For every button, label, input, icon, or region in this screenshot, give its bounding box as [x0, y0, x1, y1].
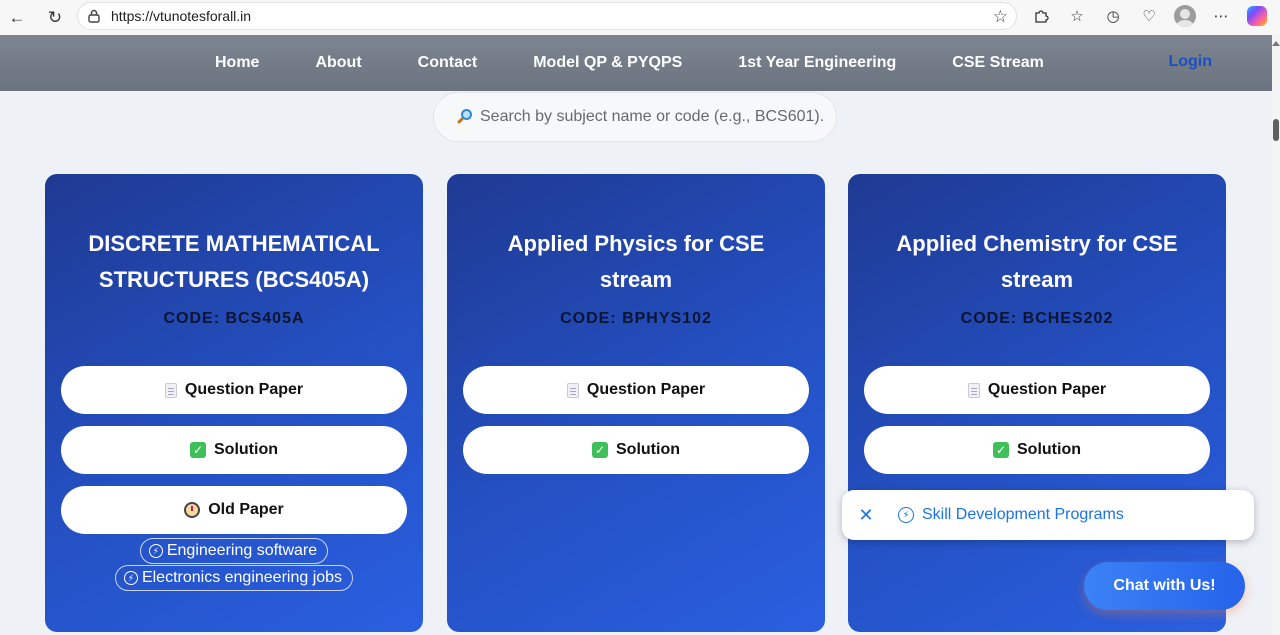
magnifier-icon — [456, 108, 474, 126]
solution-button[interactable]: ✓ Solution — [61, 426, 407, 474]
health-icon[interactable]: ♡ — [1136, 3, 1162, 29]
check-icon: ✓ — [993, 442, 1009, 458]
bolt-icon: ⚡ — [123, 571, 138, 585]
close-icon[interactable]: ✕ — [858, 505, 874, 525]
document-icon — [967, 382, 980, 398]
site-info-icon[interactable] — [87, 9, 101, 23]
clock-icon — [184, 502, 201, 518]
ad-link-engineering-software[interactable]: ⚡ Engineering software — [139, 538, 329, 564]
subject-search-input[interactable]: Search by subject name or code (e.g., BC… — [433, 92, 837, 142]
nav-first-year[interactable]: 1st Year Engineering — [738, 54, 896, 72]
button-label: Old Paper — [208, 501, 284, 518]
button-label: Question Paper — [987, 381, 1107, 398]
subject-code: CODE: BPHYS102 — [560, 310, 712, 327]
button-label: Question Paper — [184, 381, 304, 398]
question-paper-button[interactable]: Question Paper — [463, 366, 809, 414]
history-icon[interactable]: ◷ — [1100, 3, 1126, 29]
back-arrow-icon[interactable]: ← — [4, 5, 30, 31]
nav-about[interactable]: About — [315, 54, 361, 72]
chat-button[interactable]: Chat with Us! — [1084, 562, 1245, 610]
bolt-icon: ⚡ — [148, 544, 163, 558]
site-navbar: Home About Contact Model QP & PYQPS 1st … — [0, 35, 1272, 91]
reload-icon[interactable]: ↻ — [42, 5, 68, 31]
subject-title: Applied Chemistry for CSE stream — [896, 231, 1178, 292]
button-label: Solution — [1017, 441, 1081, 458]
favorite-star-icon[interactable]: ☆ — [993, 7, 1008, 27]
popup-link-text[interactable]: Skill Development Programs — [922, 506, 1124, 524]
solution-button[interactable]: ✓ Solution — [463, 426, 809, 474]
nav-contact[interactable]: Contact — [418, 54, 478, 72]
browser-toolbar: ← ↻ https://vtunotesforall.in ☆ ☆ ◷ ♡ ⋯ — [0, 0, 1280, 35]
scrollbar-thumb[interactable] — [1273, 119, 1279, 141]
bolt-icon: ⚡ — [898, 507, 914, 523]
ad-label: Engineering software — [166, 542, 318, 559]
login-link[interactable]: Login — [1168, 53, 1212, 71]
subject-card: Applied Physics for CSE stream CODE: BPH… — [447, 174, 825, 632]
subject-card: DISCRETE MATHEMATICAL STRUCTURES (BCS405… — [45, 174, 423, 632]
solution-button[interactable]: ✓ Solution — [864, 426, 1210, 474]
check-icon: ✓ — [592, 442, 608, 458]
button-label: Solution — [616, 441, 680, 458]
ad-popup[interactable]: ✕ ⚡ Skill Development Programs — [842, 490, 1254, 540]
question-paper-button[interactable]: Question Paper — [864, 366, 1210, 414]
page-scrollbar[interactable] — [1272, 35, 1280, 635]
old-paper-button[interactable]: Old Paper — [61, 486, 407, 534]
document-icon — [566, 382, 579, 398]
nav-home[interactable]: Home — [215, 54, 259, 72]
nav-cse-stream[interactable]: CSE Stream — [952, 54, 1044, 72]
address-bar[interactable]: https://vtunotesforall.in ☆ — [77, 2, 1017, 30]
subject-code: CODE: BCHES202 — [960, 310, 1114, 327]
url-text: https://vtunotesforall.in — [111, 8, 252, 24]
scroll-up-arrow-icon[interactable] — [1272, 41, 1280, 46]
subject-title: DISCRETE MATHEMATICAL STRUCTURES (BCS405… — [88, 231, 380, 292]
subject-title: Applied Physics for CSE stream — [507, 231, 765, 292]
nav-model-qp[interactable]: Model QP & PYQPS — [533, 54, 682, 72]
profile-avatar[interactable] — [1172, 3, 1198, 29]
extensions-icon[interactable] — [1028, 3, 1054, 29]
button-label: Solution — [214, 441, 278, 458]
ad-label: Electronics engineering jobs — [141, 569, 343, 586]
button-label: Question Paper — [586, 381, 706, 398]
document-icon — [164, 382, 177, 398]
favorites-icon[interactable]: ☆ — [1064, 3, 1090, 29]
check-icon: ✓ — [190, 442, 206, 458]
more-menu-icon[interactable]: ⋯ — [1208, 3, 1234, 29]
search-placeholder: Search by subject name or code (e.g., BC… — [480, 108, 825, 125]
ad-link-electronics-jobs[interactable]: ⚡ Electronics engineering jobs — [114, 565, 354, 591]
question-paper-button[interactable]: Question Paper — [61, 366, 407, 414]
copilot-icon[interactable] — [1244, 3, 1270, 29]
subject-code: CODE: BCS405A — [163, 310, 305, 327]
